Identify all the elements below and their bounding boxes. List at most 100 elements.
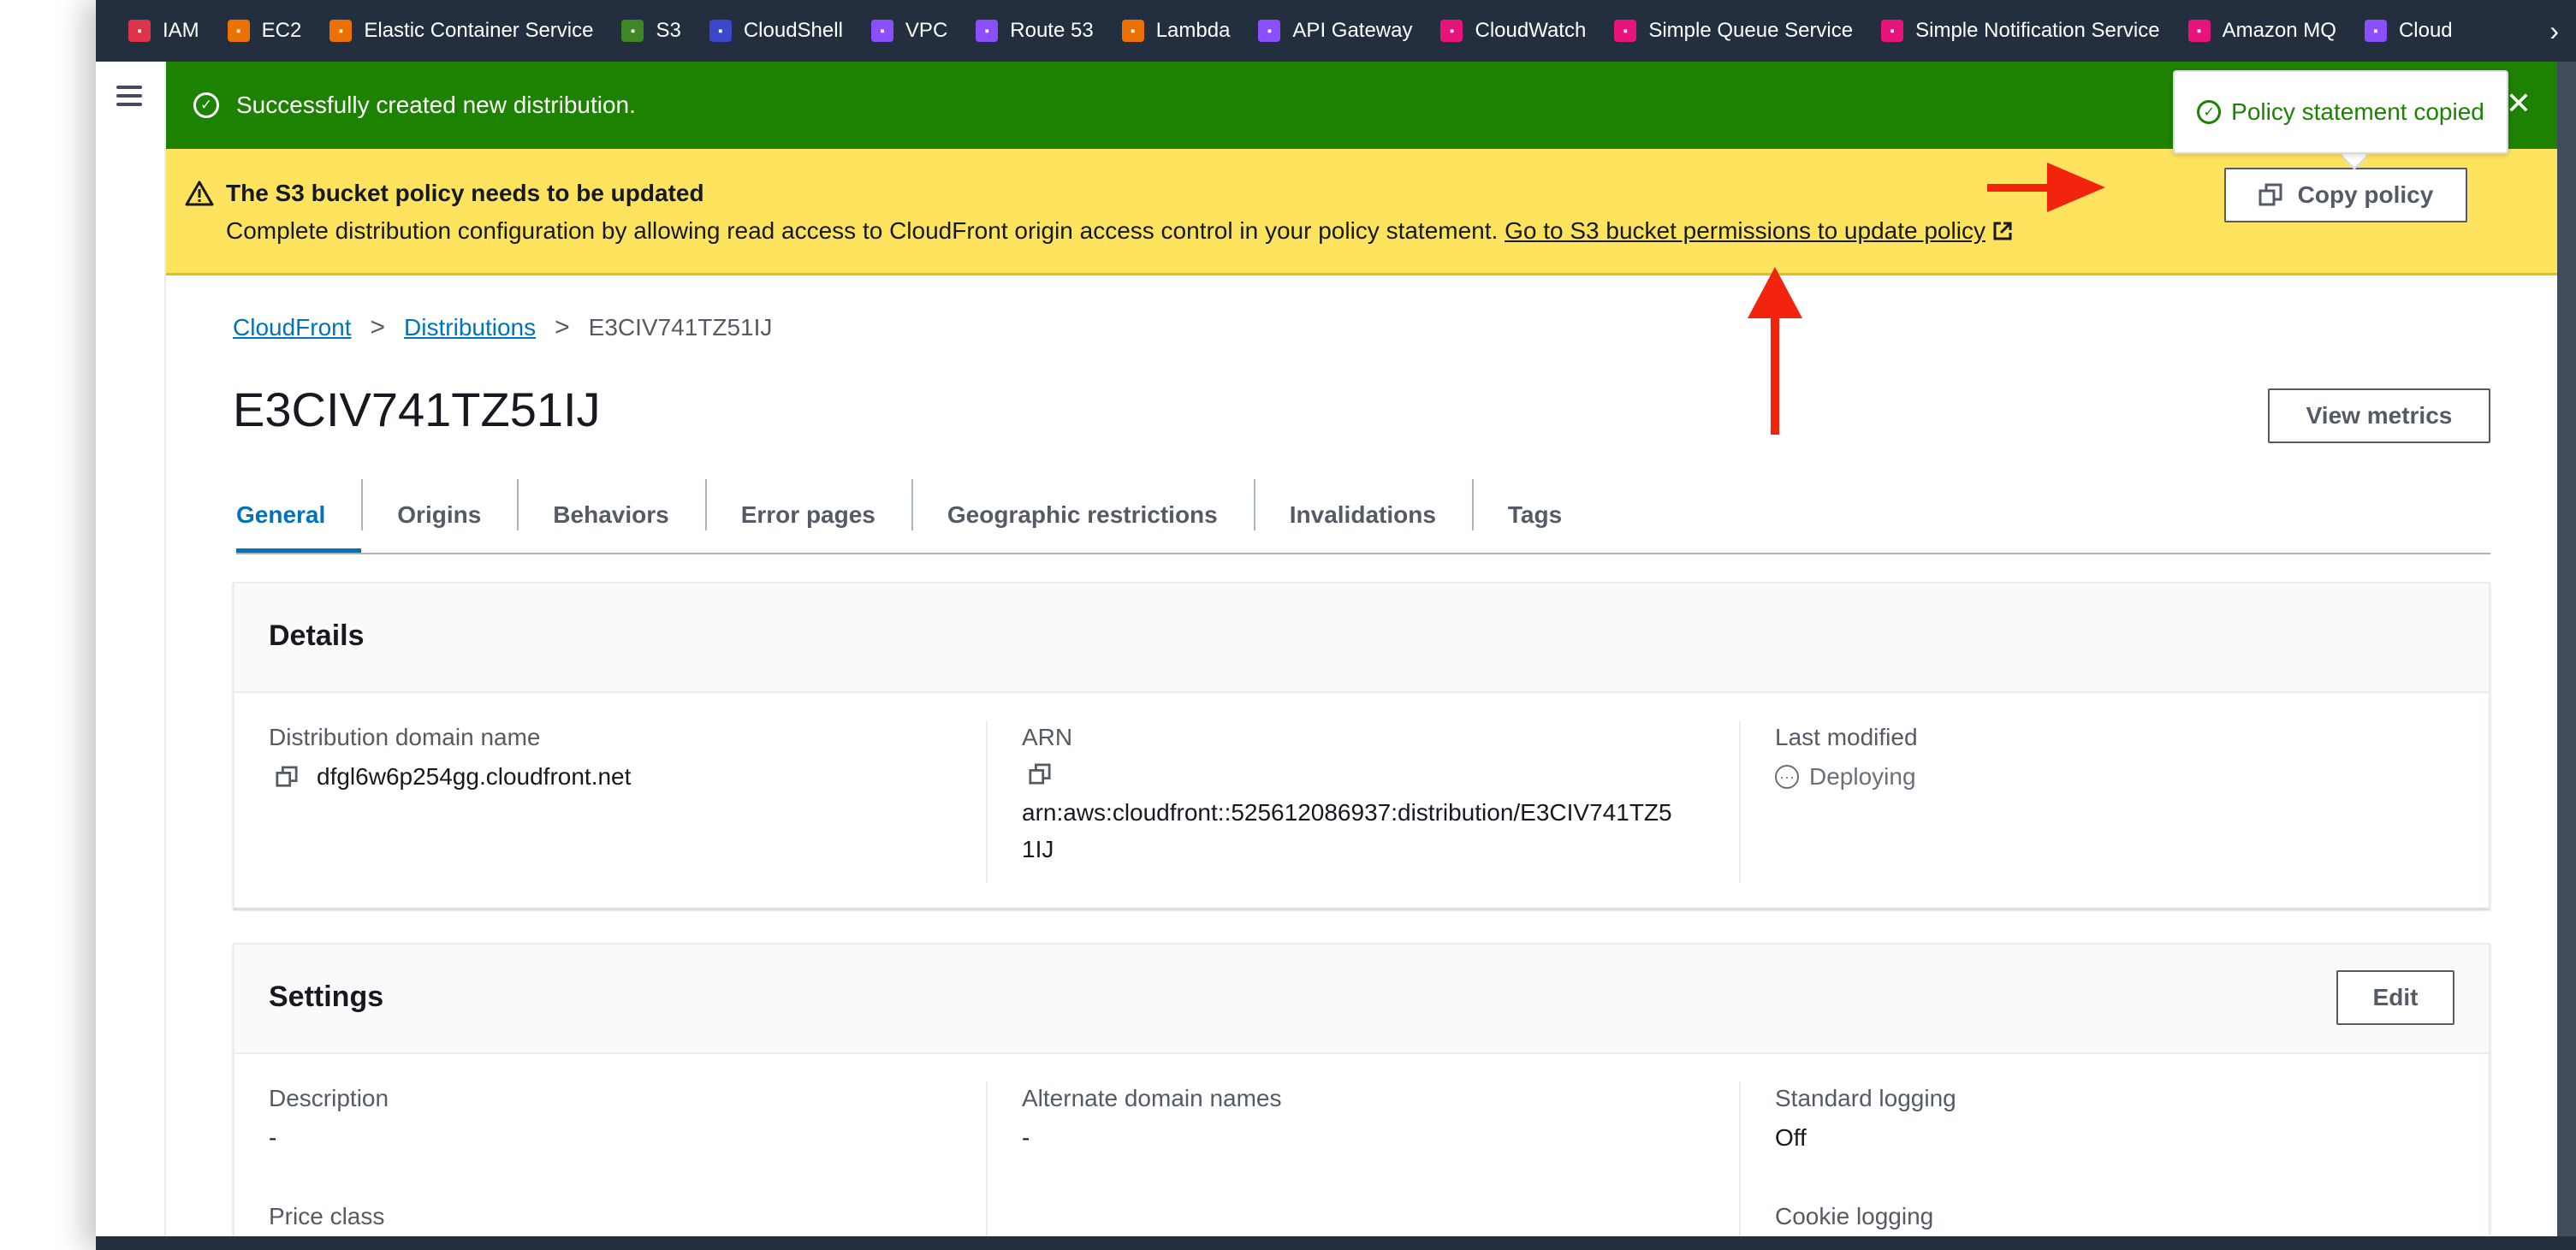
- service-shortcut-iam[interactable]: ▪ IAM: [128, 19, 199, 43]
- cloudfront-icon: ▪: [2364, 20, 2387, 42]
- service-shortcut-label: Cloud: [2398, 19, 2453, 42]
- cloudshell-icon: ▪: [709, 20, 732, 42]
- service-shortcut-ecs[interactable]: ▪ Elastic Container Service: [329, 19, 593, 43]
- column-divider: [1739, 1081, 1741, 1250]
- service-shortcut-label: API Gateway: [1292, 19, 1413, 42]
- breadcrumb: CloudFront > Distributions > E3CIV741TZ5…: [233, 313, 772, 342]
- service-shortcut-label: Simple Notification Service: [1915, 19, 2160, 42]
- breadcrumb-cloudfront[interactable]: CloudFront: [233, 314, 352, 341]
- service-shortcut-api-gateway[interactable]: ▪ API Gateway: [1258, 19, 1412, 43]
- service-shortcut-sns[interactable]: ▪ Simple Notification Service: [1881, 19, 2160, 43]
- side-navigation: [96, 62, 166, 1250]
- s3-permissions-link[interactable]: Go to S3 bucket permissions to update po…: [1505, 217, 2013, 244]
- s3-permissions-link-label: Go to S3 bucket permissions to update po…: [1505, 217, 1985, 244]
- amazon-mq-icon: ▪: [2187, 20, 2211, 42]
- arn-copy-row: [1022, 763, 1724, 787]
- domain-column: Distribution domain name dfgl6w6p254gg.c…: [269, 724, 970, 791]
- alt-domains-label: Alternate domain names: [1022, 1085, 1282, 1111]
- service-shortcut-s3[interactable]: ▪ S3: [621, 19, 681, 43]
- copy-policy-button[interactable]: Copy policy: [2224, 168, 2467, 222]
- service-shortcut-label: EC2: [261, 19, 302, 42]
- service-shortcut-lambda[interactable]: ▪ Lambda: [1121, 19, 1230, 43]
- last-modified-label: Last modified: [1775, 724, 1918, 750]
- last-modified-column: Last modified ··· Deploying: [1775, 724, 2460, 791]
- service-shortcut-route53[interactable]: ▪ Route 53: [976, 19, 1094, 43]
- description-value: -: [269, 1124, 277, 1151]
- alt-domains-value: -: [1022, 1124, 1030, 1151]
- copy-icon[interactable]: [1029, 763, 1051, 785]
- tab-error-pages[interactable]: Error pages: [704, 479, 911, 551]
- service-shortcut-label: VPC: [905, 19, 948, 42]
- chevron-right-icon: >: [555, 313, 570, 341]
- success-check-icon: ✓: [2197, 100, 2222, 124]
- sns-icon: ▪: [1881, 20, 1904, 42]
- view-metrics-button[interactable]: View metrics: [2268, 388, 2490, 443]
- distribution-tabs: General Origins Behaviors Error pages Ge…: [236, 479, 2490, 554]
- service-shortcut-ec2[interactable]: ▪ EC2: [227, 19, 302, 43]
- in-progress-icon: ···: [1775, 765, 1799, 789]
- warning-icon: [185, 181, 214, 206]
- vpc-icon: ▪: [870, 20, 893, 42]
- warning-body-text: Complete distribution configuration by a…: [226, 217, 1499, 244]
- tab-geographic-restrictions[interactable]: Geographic restrictions: [911, 479, 1254, 551]
- chevron-right-icon: >: [370, 313, 386, 341]
- copy-icon[interactable]: [276, 766, 298, 788]
- service-shortcut-vpc[interactable]: ▪ VPC: [870, 19, 948, 43]
- column-divider: [986, 720, 988, 883]
- iam-icon: ▪: [128, 20, 151, 42]
- alt-domains-column: Alternate domain names -: [1022, 1085, 1724, 1152]
- chevron-right-icon[interactable]: ›: [2549, 15, 2559, 47]
- description-column: Description - Price class: [269, 1085, 970, 1230]
- close-icon[interactable]: ✕: [2506, 86, 2531, 121]
- breadcrumb-distributions[interactable]: Distributions: [404, 314, 536, 341]
- warning-body: Complete distribution configuration by a…: [226, 217, 2013, 245]
- tab-origins[interactable]: Origins: [361, 479, 517, 551]
- tab-behaviors[interactable]: Behaviors: [517, 479, 704, 551]
- deploying-status: ··· Deploying: [1775, 763, 2460, 791]
- column-divider: [986, 1081, 988, 1250]
- service-shortcut-label: Elastic Container Service: [364, 19, 594, 42]
- service-favorites-bar: ▪ IAM ▪ EC2 ▪ Elastic Container Service ▪ S3 ▪ Cl…: [96, 0, 2576, 62]
- sqs-icon: ▪: [1614, 20, 1637, 42]
- price-class-label: Price class: [269, 1203, 385, 1229]
- page-title: E3CIV741TZ51IJ: [233, 382, 601, 436]
- deploying-text: Deploying: [1809, 763, 1916, 790]
- service-shortcut-sqs[interactable]: ▪ Simple Queue Service: [1614, 19, 1853, 43]
- service-shortcut-cloudfront[interactable]: ▪ Cloud: [2364, 19, 2453, 43]
- cloudwatch-icon: ▪: [1440, 20, 1463, 42]
- warning-title: The S3 bucket policy needs to be updated: [226, 180, 704, 206]
- tab-general[interactable]: General: [236, 479, 362, 553]
- service-shortcut-label: CloudWatch: [1475, 19, 1587, 42]
- success-check-icon: ✓: [193, 92, 219, 118]
- details-title: Details: [269, 619, 365, 652]
- menu-icon[interactable]: [116, 86, 142, 106]
- copy-icon: [2258, 183, 2282, 206]
- details-header: Details: [234, 584, 2489, 693]
- popover-text: Policy statement copied: [2231, 98, 2484, 125]
- external-link-icon: [1993, 222, 2012, 240]
- service-shortcut-label: Amazon MQ: [2222, 19, 2336, 42]
- standard-logging-label: Standard logging: [1775, 1085, 1956, 1111]
- settings-title: Settings: [269, 980, 384, 1013]
- arn-value-line1: arn:aws:cloudfront::525612086937:distrib…: [1022, 799, 1672, 826]
- tab-tags[interactable]: Tags: [1471, 479, 1598, 551]
- warning-banner: The S3 bucket policy needs to be updated…: [166, 149, 2576, 275]
- edit-settings-button[interactable]: Edit: [2336, 970, 2454, 1025]
- description-label: Description: [269, 1085, 389, 1111]
- domain-label: Distribution domain name: [269, 724, 541, 750]
- service-shortcut-cloudwatch[interactable]: ▪ CloudWatch: [1440, 19, 1586, 43]
- service-shortcut-label: Route 53: [1010, 19, 1094, 42]
- service-shortcut-cloudshell[interactable]: ▪ CloudShell: [709, 19, 843, 43]
- api-gateway-icon: ▪: [1258, 20, 1281, 42]
- copied-popover: ✓ Policy statement copied: [2173, 70, 2508, 154]
- settings-panel: Settings Edit Description - Price class …: [233, 943, 2490, 1250]
- scrollbar[interactable]: [2557, 62, 2576, 1250]
- service-shortcut-amazon-mq[interactable]: ▪ Amazon MQ: [2187, 19, 2336, 43]
- cookie-logging-label: Cookie logging: [1775, 1203, 1934, 1229]
- domain-value-row: dfgl6w6p254gg.cloudfront.net: [269, 763, 970, 791]
- service-shortcut-label: Simple Queue Service: [1648, 19, 1854, 42]
- tab-invalidations[interactable]: Invalidations: [1253, 479, 1472, 551]
- details-panel: Details Distribution domain name dfgl6w6…: [233, 582, 2490, 909]
- service-shortcut-label: S3: [656, 19, 681, 42]
- lambda-icon: ▪: [1121, 20, 1144, 42]
